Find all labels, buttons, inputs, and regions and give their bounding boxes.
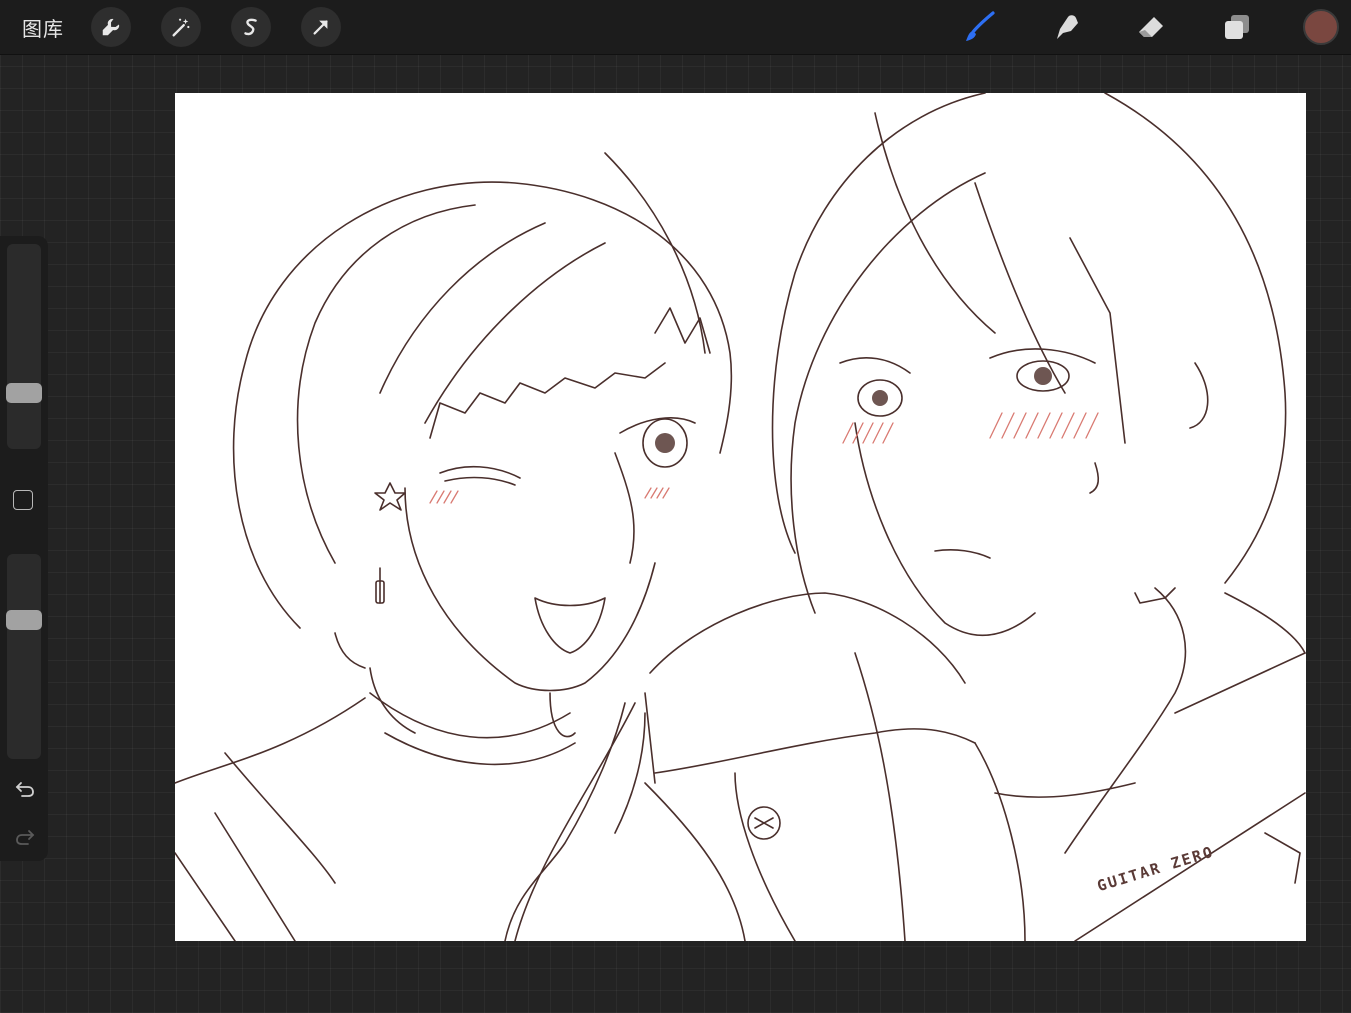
left-sidebar	[0, 236, 48, 861]
drawing-canvas[interactable]: GUITAR ZERO	[175, 93, 1306, 941]
adjustments-button[interactable]	[161, 7, 201, 47]
undo-icon	[15, 782, 34, 797]
arrow-cursor-icon	[313, 20, 328, 35]
opacity-slider-thumb[interactable]	[6, 609, 42, 630]
modify-square-icon[interactable]	[13, 490, 33, 510]
undo-button[interactable]	[12, 776, 38, 802]
eraser-icon	[1139, 17, 1163, 37]
brush-size-slider-thumb[interactable]	[6, 382, 42, 403]
brush-button[interactable]	[962, 9, 998, 45]
color-swatch-button[interactable]	[1303, 9, 1339, 45]
selection-button[interactable]	[231, 7, 271, 47]
lineart-drawing	[175, 93, 1306, 941]
brush-icon	[966, 11, 995, 41]
transform-button[interactable]	[301, 7, 341, 47]
redo-button[interactable]	[12, 824, 38, 850]
eraser-button[interactable]	[1133, 9, 1169, 45]
brush-size-slider[interactable]	[6, 244, 42, 449]
opacity-slider[interactable]	[6, 554, 42, 759]
redo-icon	[16, 830, 35, 845]
layers-button[interactable]	[1219, 9, 1255, 45]
smudge-finger-icon	[1057, 15, 1078, 39]
actions-button[interactable]	[91, 7, 131, 47]
layers-icon	[1225, 15, 1249, 39]
smudge-button[interactable]	[1049, 9, 1085, 45]
top-toolbar: 图库	[0, 0, 1351, 55]
magic-wand-icon	[172, 18, 190, 37]
wrench-icon	[102, 18, 120, 36]
selection-s-icon	[244, 18, 257, 36]
gallery-button[interactable]: 图库	[22, 13, 64, 42]
